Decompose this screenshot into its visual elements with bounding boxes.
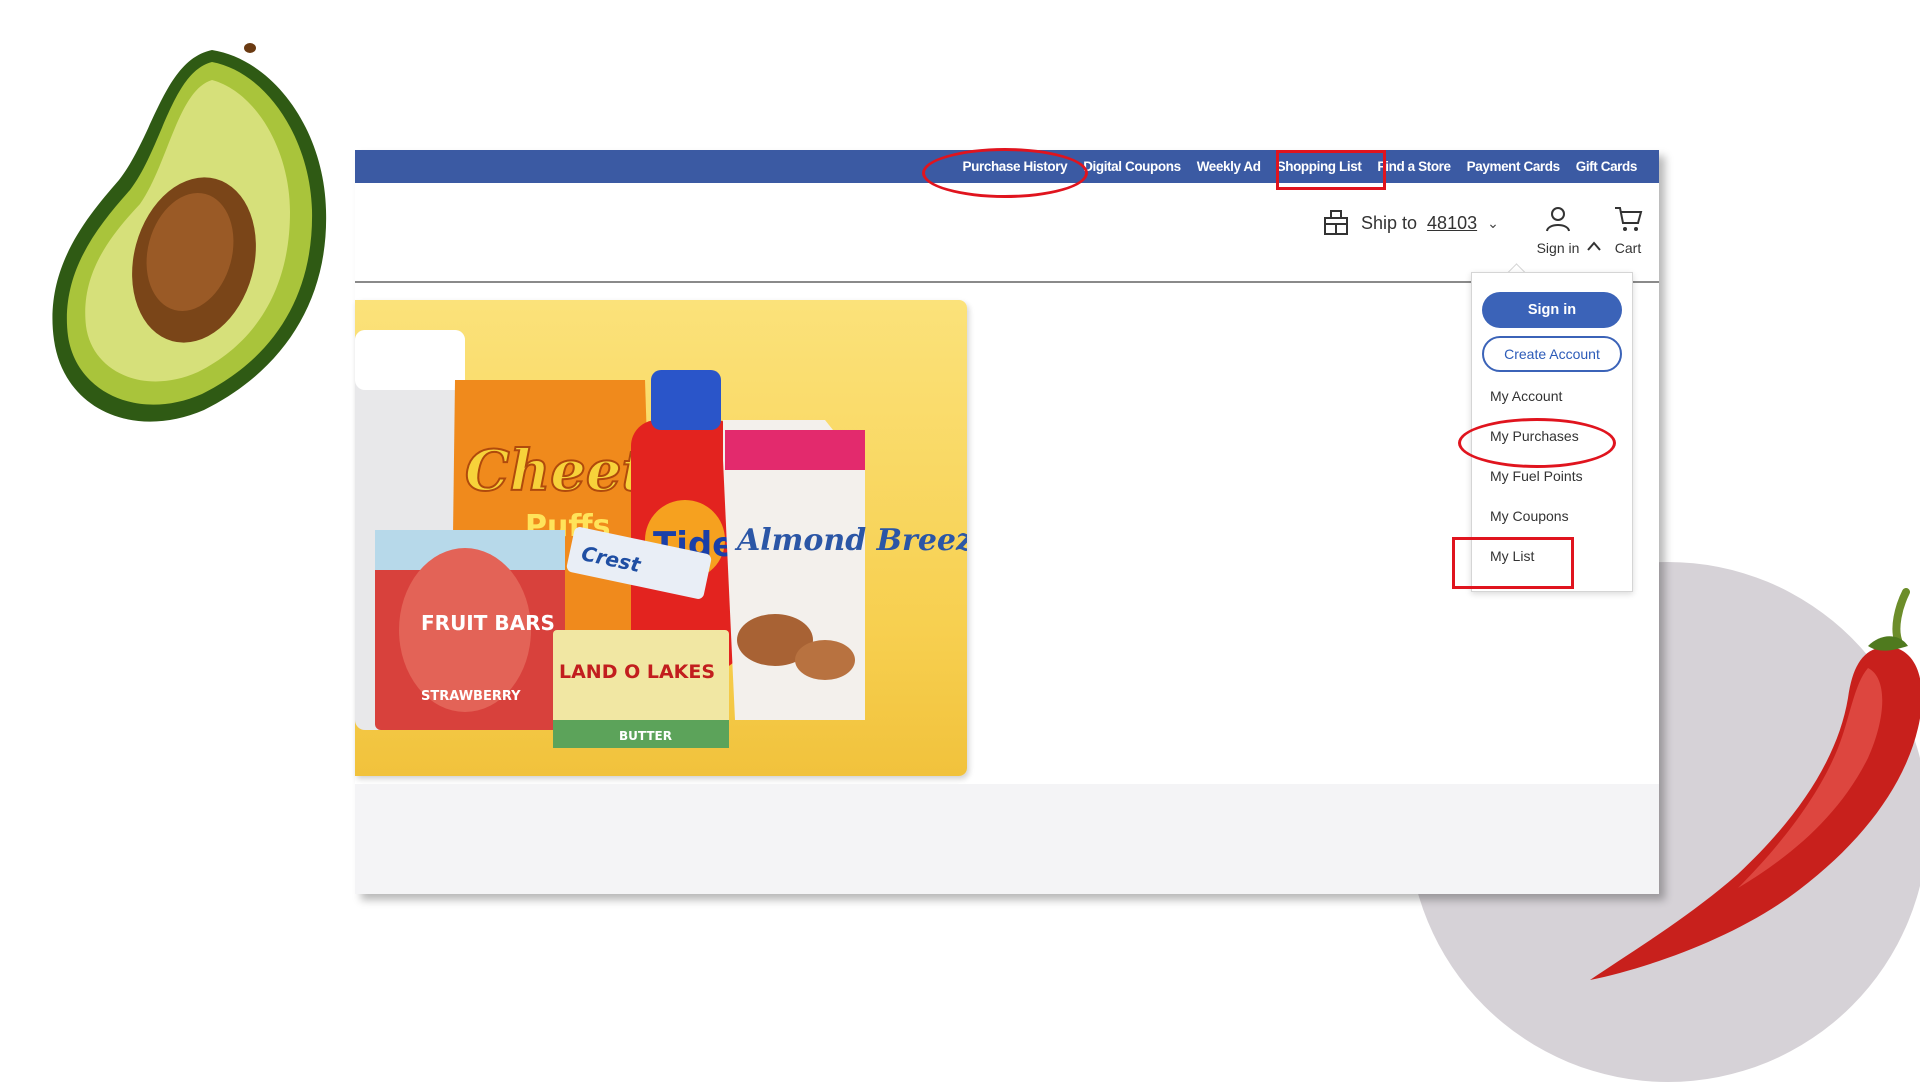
nav-digital-coupons[interactable]: Digital Coupons [1075,159,1189,174]
land-o-lakes-label: LAND O LAKES [559,661,715,683]
annotation-circle-purchase-history [922,148,1088,198]
create-account-button[interactable]: Create Account [1482,336,1622,372]
annotation-box-shopping-list [1276,150,1386,190]
nav-payment-cards[interactable]: Payment Cards [1459,159,1568,174]
avocado-illustration [52,43,327,422]
menu-item-my-account[interactable]: My Account [1490,388,1562,404]
grocery-products-image: Cheetos Puffs Tide Almond Breeze FRUIT B… [355,330,967,748]
nav-weekly-ad[interactable]: Weekly Ad [1189,159,1269,174]
menu-item-my-fuel-points[interactable]: My Fuel Points [1490,468,1583,484]
site-header: Ship to 48103 ⌄ Sign in Cart [355,183,1659,283]
page-footer-area [355,784,1659,894]
menu-item-my-coupons[interactable]: My Coupons [1490,508,1569,524]
strawberry-label: STRAWBERRY [421,689,521,704]
cart-label: Cart [1614,240,1642,256]
butter-label: BUTTER [619,729,672,743]
annotation-box-my-list [1452,537,1574,589]
delivery-box-icon [1324,210,1348,235]
almond-breeze-label: Almond Breeze [734,523,967,558]
sign-in-label: Sign in [1536,240,1580,256]
hero-product-banner[interactable]: Cheetos Puffs Tide Almond Breeze FRUIT B… [355,300,967,776]
sign-in-menu-button[interactable]: Sign in [1519,205,1601,256]
nav-gift-cards[interactable]: Gift Cards [1568,159,1645,174]
cart-icon [1615,207,1643,231]
ship-to-label: Ship to [1361,212,1418,233]
cart-button[interactable]: Cart [1605,205,1651,256]
annotation-circle-my-purchases [1458,418,1616,468]
ship-to-selector[interactable]: Ship to 48103 ⌄ [1321,207,1499,239]
fruit-bars-label: FRUIT BARS [421,611,555,635]
ship-zip-code[interactable]: 48103 [1427,213,1477,234]
sign-in-button[interactable]: Sign in [1482,292,1622,328]
chevron-down-icon: ⌄ [1487,214,1499,231]
website-screenshot: Purchase History Digital Coupons Weekly … [355,150,1659,894]
user-icon [1546,207,1570,232]
chevron-up-icon [1587,241,1601,251]
